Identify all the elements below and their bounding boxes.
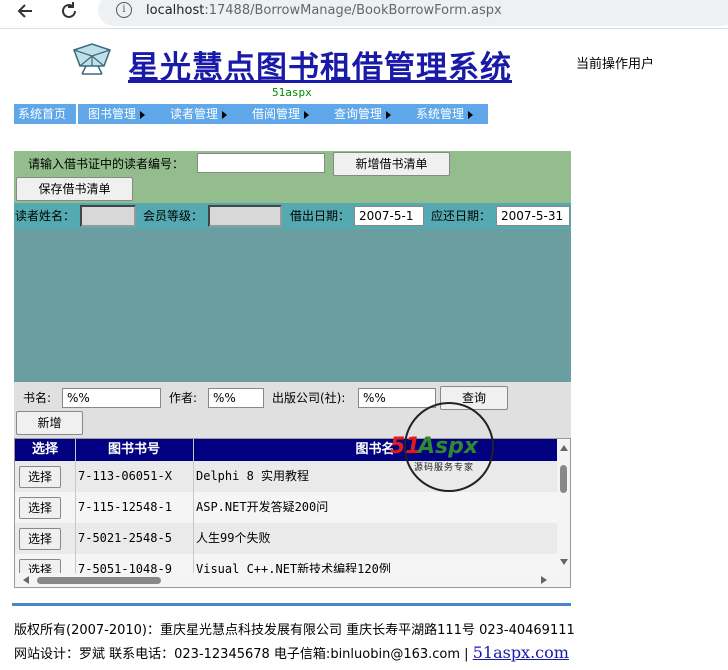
author-input[interactable] — [208, 388, 264, 408]
publisher-label: 出版公司(社): — [272, 391, 346, 405]
table-row: 选择 7-5021-2548-5 人生99个失败 — [15, 523, 557, 554]
footer-link[interactable]: 51aspx.com — [473, 643, 569, 662]
menu-item-query[interactable]: 查询管理 — [330, 104, 408, 124]
sub-brand: 51aspx — [272, 86, 312, 99]
site-title[interactable]: 星光慧点图书租借管理系统 — [128, 42, 512, 87]
publisher-input[interactable] — [358, 388, 436, 408]
scroll-left-icon[interactable] — [23, 576, 29, 584]
footer-contact-text: 网站设计：罗斌 联系电话：023-12345678 电子信箱:binluobin… — [14, 647, 469, 662]
menu-label: 读者管理 — [170, 107, 219, 121]
scroll-up-icon[interactable] — [560, 445, 568, 451]
menu-label: 图书管理 — [88, 107, 137, 121]
footer-divider — [12, 603, 571, 606]
menu-item-books[interactable]: 图书管理 — [84, 104, 162, 124]
author-label: 作者: — [169, 391, 198, 405]
logo-icon — [70, 42, 114, 76]
main-menu: 系统首页 图书管理 读者管理 借阅管理 查询管理 系统管理 — [14, 104, 488, 124]
url-path: :17488/BorrowManage/BookBorrowForm.aspx — [204, 3, 502, 18]
column-divider — [193, 439, 194, 587]
watermark-tagline: 源码服务专家 — [414, 463, 475, 473]
column-header-title: 图书名 — [355, 442, 395, 457]
footer-contact: 网站设计：罗斌 联系电话：023-12345678 电子信箱:binluobin… — [14, 643, 569, 662]
menu-arrow-icon — [468, 110, 474, 119]
borrow-date-label: 借出日期： — [290, 209, 351, 223]
member-level-label: 会员等级： — [143, 209, 204, 223]
isbn-cell: 7-5021-2548-5 — [78, 531, 172, 545]
menu-item-borrowing[interactable]: 借阅管理 — [248, 104, 326, 124]
reload-icon[interactable] — [58, 0, 80, 28]
book-name-label: 书名: — [23, 391, 52, 405]
select-row-button[interactable]: 选择 — [19, 466, 61, 488]
borrow-list-area — [14, 229, 571, 382]
title-cell: ASP.NET开发答疑200问 — [196, 500, 329, 514]
save-borrow-list-button[interactable]: 保存借书清单 — [16, 177, 133, 201]
menu-label: 查询管理 — [334, 107, 383, 121]
scroll-right-icon[interactable] — [541, 576, 547, 584]
menu-arrow-icon — [140, 110, 146, 119]
column-header-isbn: 图书书号 — [107, 442, 160, 457]
add-book-button[interactable]: 新增 — [16, 411, 83, 435]
title-cell: Delphi 8 实用教程 — [196, 469, 310, 483]
select-row-button[interactable]: 选择 — [19, 497, 61, 519]
info-icon[interactable]: i — [116, 2, 132, 18]
menu-label: 系统首页 — [18, 107, 67, 121]
url-host: localhost — [146, 3, 205, 18]
due-date-label: 应还日期： — [431, 209, 492, 223]
borrow-date-input[interactable] — [354, 206, 424, 226]
vertical-scrollbar[interactable] — [557, 439, 570, 573]
isbn-cell: 7-113-06051-X — [78, 469, 172, 483]
reader-name-label: 读者姓名： — [15, 209, 76, 223]
watermark-brand-green: Aspx — [418, 434, 479, 459]
menu-arrow-icon — [222, 110, 228, 119]
menu-label: 借阅管理 — [252, 107, 301, 121]
url-text[interactable]: localhost:17488/BorrowManage/BookBorrowF… — [146, 3, 502, 18]
vertical-scroll-thumb[interactable] — [560, 465, 567, 493]
select-row-button[interactable]: 选择 — [19, 528, 61, 550]
reader-id-label: 请输入借书证中的读者编号： — [28, 157, 185, 171]
menu-item-home[interactable]: 系统首页 — [14, 104, 76, 124]
title-cell: 人生99个失败 — [196, 531, 271, 545]
column-divider — [75, 439, 76, 587]
menu-item-system[interactable]: 系统管理 — [412, 104, 490, 124]
member-level-field — [208, 205, 282, 227]
footer-copyright: 版权所有(2007-2010)：重庆星光慧点科技发展有限公司 重庆长寿平湖路11… — [14, 623, 575, 638]
menu-label: 系统管理 — [416, 107, 465, 121]
column-header-select: 选择 — [31, 442, 58, 457]
watermark-brand-red: 51 — [390, 434, 421, 459]
new-borrow-list-button[interactable]: 新增借书清单 — [333, 152, 450, 176]
menu-arrow-icon — [304, 110, 310, 119]
table-row: 选择 7-115-12548-1 ASP.NET开发答疑200问 — [15, 492, 557, 523]
scroll-down-icon[interactable] — [560, 559, 568, 565]
current-user-label: 当前操作用户 — [576, 57, 655, 72]
menu-divider — [76, 104, 78, 124]
due-date-input[interactable] — [496, 206, 570, 226]
reader-id-input[interactable] — [197, 153, 325, 173]
menu-item-readers[interactable]: 读者管理 — [166, 104, 244, 124]
book-name-input[interactable] — [62, 388, 161, 408]
menu-arrow-icon — [386, 110, 392, 119]
horizontal-scroll-thumb[interactable] — [37, 577, 161, 584]
back-arrow-icon[interactable] — [14, 0, 36, 28]
isbn-cell: 7-115-12548-1 — [78, 500, 172, 514]
reader-name-field — [80, 205, 136, 227]
